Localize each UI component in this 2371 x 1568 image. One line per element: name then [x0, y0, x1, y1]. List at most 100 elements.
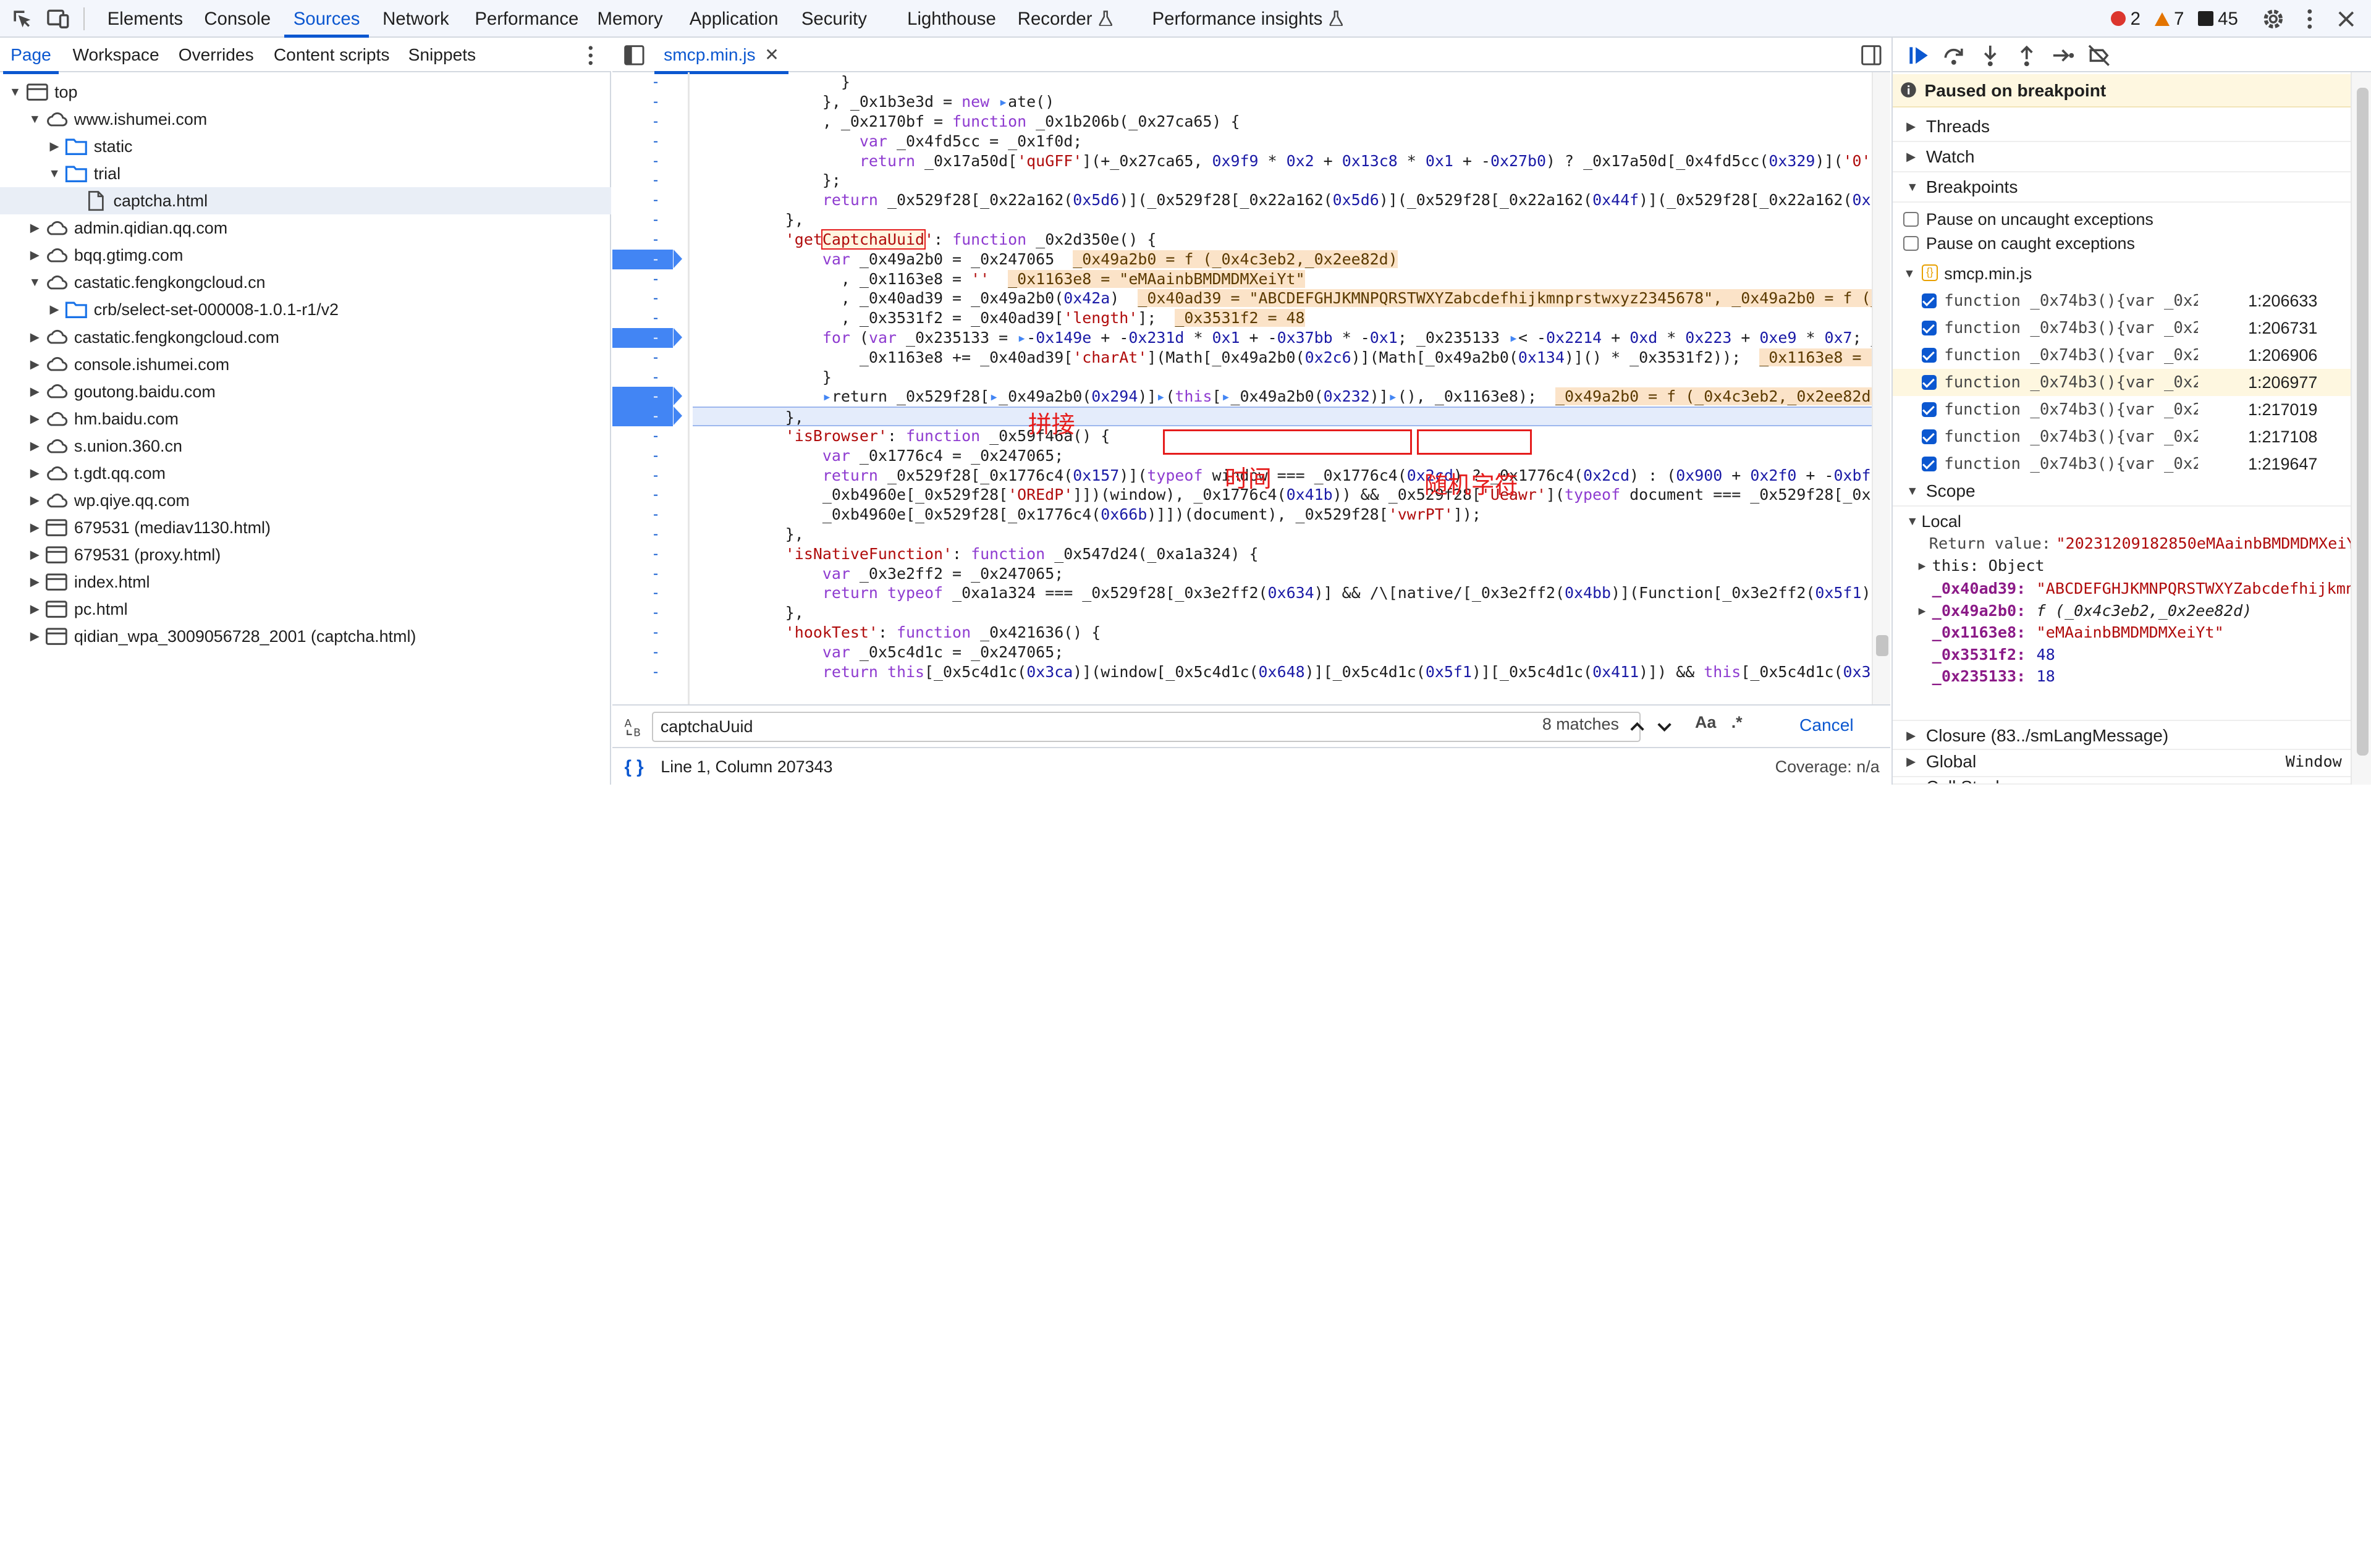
breakpoint-item[interactable]: function _0x74b3(){var _0x2c37a9=... 1:20… — [1893, 287, 2351, 314]
replace-toggle-icon[interactable]: AB — [623, 715, 646, 738]
gutter-line[interactable]: - — [612, 564, 688, 584]
tree-item[interactable]: ▶ wp.qiye.qq.com — [0, 487, 611, 514]
tree-item[interactable]: ▶ qidian_wpa_3009056728_2001 (captcha.htm… — [0, 623, 611, 650]
scope-variable[interactable]: _0x3531f2: 48 — [1893, 645, 2351, 665]
gutter-line[interactable]: - — [612, 623, 688, 643]
chevron-right-icon[interactable]: ▶ — [27, 242, 42, 269]
resume-icon[interactable] — [1905, 43, 1931, 69]
tree-item[interactable]: ▶ t.gdt.qq.com — [0, 460, 611, 487]
debugger-scrollbar[interactable] — [2351, 72, 2371, 785]
tab-workspace[interactable]: Workspace — [72, 38, 159, 72]
tree-item[interactable]: ▶ 679531 (mediav1130.html) — [0, 514, 611, 541]
tree-item[interactable]: ▶ index.html — [0, 568, 611, 596]
gutter-line[interactable]: - — [612, 190, 688, 210]
breakpoint-item[interactable]: function _0x74b3(){var _0x2c37a9=... 1:20… — [1893, 342, 2351, 369]
gutter-line[interactable]: - — [612, 662, 688, 682]
chevron-right-icon[interactable]: ▶ — [27, 432, 42, 460]
chevron-right-icon[interactable]: ▶ — [27, 214, 42, 242]
gutter-line[interactable]: - — [612, 544, 688, 564]
tab-sources[interactable]: Sources — [284, 0, 370, 38]
code-view[interactable]: ------------------------------- } }, _0x… — [612, 72, 1872, 720]
gutter-line[interactable]: - — [612, 72, 688, 92]
scope-variable[interactable]: _0x1163e8: "eMAainbBMDMDMXeiYt" — [1893, 623, 2351, 643]
tab-overrides[interactable]: Overrides — [179, 38, 254, 72]
chevron-down-icon[interactable]: ▼ — [47, 160, 62, 187]
chevron-right-icon[interactable]: ▶ — [47, 133, 62, 160]
tree-item[interactable]: ▼ top — [0, 78, 611, 106]
scope-variable[interactable]: _0x235133: 18 — [1893, 667, 2351, 686]
tab-elements[interactable]: Elements — [108, 0, 183, 38]
gutter-line[interactable]: - — [612, 407, 688, 426]
next-match-icon[interactable] — [1652, 715, 1676, 739]
tab-performance-insights[interactable]: Performance insights — [1152, 0, 1344, 38]
breakpoint-marker[interactable]: - — [612, 327, 682, 348]
section-breakpoints[interactable]: ▼ Breakpoints — [1893, 172, 2351, 203]
tree-item[interactable]: ▶ admin.qidian.qq.com — [0, 214, 611, 242]
tab-memory[interactable]: Memory — [598, 0, 663, 38]
chevron-right-icon[interactable]: ▶ — [27, 568, 42, 596]
gutter-line[interactable]: - — [612, 289, 688, 308]
pause-uncaught-checkbox[interactable] — [1903, 211, 1919, 227]
scope-return-value[interactable]: Return value: "20231209182850eMAainbBMDMD… — [1893, 534, 2351, 554]
tree-item[interactable]: ▶ crb/select-set-000008-1.0.1-r1/v2 — [0, 296, 611, 323]
chevron-right-icon[interactable]: ▶ — [47, 296, 62, 323]
chevron-down-icon[interactable]: ▼ — [27, 269, 42, 296]
tab-network[interactable]: Network — [382, 0, 449, 38]
tree-item[interactable]: ▶ bqq.gtimg.com — [0, 242, 611, 269]
gutter-line[interactable]: - — [612, 505, 688, 525]
close-tab-icon[interactable]: ✕ — [764, 45, 779, 64]
more-options-icon[interactable] — [2297, 6, 2323, 32]
pause-uncaught-option[interactable]: Pause on uncaught exceptions — [1893, 206, 2351, 233]
gutter-line[interactable]: - — [612, 583, 688, 603]
scope-local[interactable]: ▼ Local — [1893, 508, 2351, 535]
tree-item[interactable]: ▶ castatic.fengkongcloud.com — [0, 324, 611, 351]
chevron-right-icon[interactable]: ▶ — [27, 487, 42, 514]
search-input[interactable] — [651, 712, 1641, 742]
match-case-toggle[interactable]: Aa — [1695, 713, 1716, 732]
breakpoint-item[interactable]: function _0x74b3(){var _0x2c37a9=... 1:20… — [1893, 369, 2351, 397]
tree-item[interactable]: ▼ www.ishumei.com — [0, 106, 611, 133]
cancel-search-button[interactable]: Cancel — [1780, 707, 1874, 744]
tab-recorder[interactable]: Recorder — [1018, 0, 1114, 38]
section-call-stack[interactable]: ▼ Call Stack — [1893, 772, 2351, 785]
chevron-right-icon[interactable]: ▶ — [27, 623, 42, 650]
gutter-line[interactable]: - — [612, 348, 688, 368]
gutter-line[interactable]: - — [612, 466, 688, 486]
issues-counter[interactable]: 2 7 45 — [2110, 0, 2238, 38]
chevron-right-icon[interactable]: ▶ — [27, 351, 42, 378]
gutter-line[interactable]: - — [612, 603, 688, 623]
gutter-line[interactable]: - — [612, 269, 688, 289]
gutter-line[interactable]: - — [612, 485, 688, 505]
line-gutter[interactable]: ------------------------------- — [612, 72, 688, 719]
tab-application[interactable]: Application — [690, 0, 779, 38]
vertical-scrollbar[interactable] — [1872, 72, 1890, 720]
breakpoint-checkbox[interactable] — [1921, 429, 1937, 445]
deactivate-breakpoints-icon[interactable] — [2086, 43, 2112, 69]
regex-toggle[interactable]: .* — [1731, 713, 1743, 732]
pretty-print-icon[interactable]: { } — [625, 748, 644, 785]
breakpoint-checkbox[interactable] — [1921, 320, 1937, 336]
chevron-down-icon[interactable]: ▼ — [27, 106, 42, 133]
gutter-line[interactable]: - — [612, 249, 688, 269]
breakpoint-item[interactable]: function _0x74b3(){var _0x2c37a9=... 1:21… — [1893, 396, 2351, 423]
gutter-line[interactable]: - — [612, 210, 688, 230]
tree-item[interactable]: ▶ pc.html — [0, 596, 611, 623]
device-toolbar-icon[interactable] — [45, 6, 71, 32]
tree-item[interactable]: ▶ console.ishumei.com — [0, 351, 611, 378]
gutter-line[interactable]: - — [612, 151, 688, 171]
tree-item[interactable]: ▼ trial — [0, 160, 611, 187]
breakpoint-marker[interactable]: - — [612, 407, 682, 426]
tree-item[interactable]: ▼ castatic.fengkongcloud.cn — [0, 269, 611, 296]
gutter-line[interactable]: - — [612, 643, 688, 662]
gutter-line[interactable]: - — [612, 327, 688, 348]
tree-item[interactable]: ▶ static — [0, 133, 611, 160]
gutter-line[interactable]: - — [612, 308, 688, 328]
section-threads[interactable]: ▶ Threads — [1893, 112, 2351, 142]
scope-this[interactable]: ▶ this: Object — [1893, 556, 2351, 576]
inspect-element-icon[interactable] — [9, 6, 35, 32]
more-options-icon[interactable] — [578, 43, 604, 69]
breakpoint-checkbox[interactable] — [1921, 347, 1937, 363]
step-over-icon[interactable] — [1941, 43, 1967, 69]
vertical-scroll-thumb[interactable] — [1876, 634, 1888, 656]
breakpoint-item[interactable]: function _0x74b3(){var _0x2c37a9=... 1:20… — [1893, 314, 2351, 342]
